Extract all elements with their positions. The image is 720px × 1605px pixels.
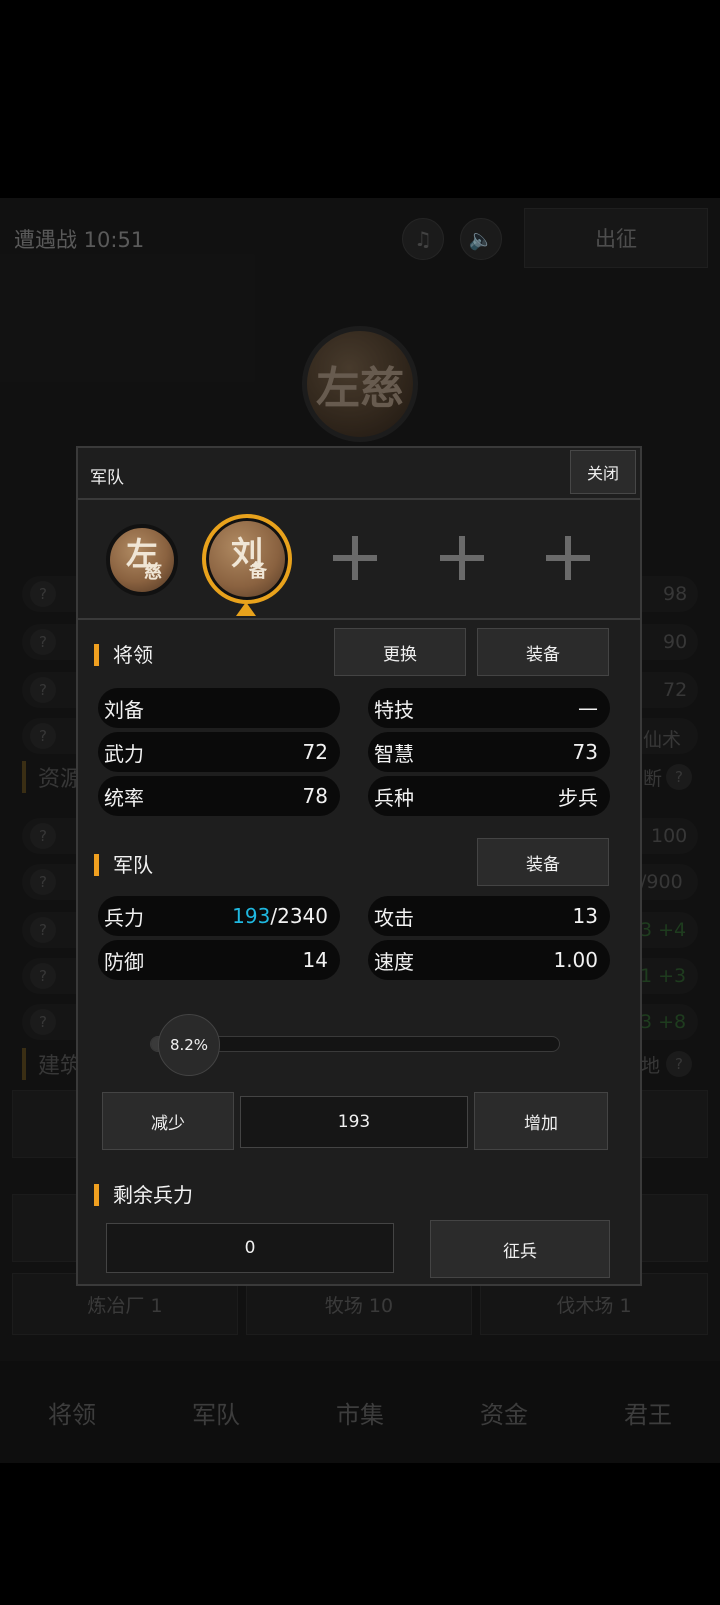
selected-indicator-icon [236, 602, 256, 616]
command-label: 统率 [104, 785, 144, 810]
speed-field: 速度 1.00 [368, 940, 610, 980]
attack-field: 攻击 13 [368, 896, 610, 936]
command-value: 78 [302, 784, 328, 808]
force-label: 武力 [104, 741, 144, 766]
avatar-char: 备 [249, 561, 267, 582]
remaining-troops-value: 0 [106, 1223, 394, 1273]
troop-type-field: 兵种 步兵 [368, 776, 610, 816]
avatar-char: 慈 [144, 562, 162, 583]
force-field: 武力 72 [98, 732, 340, 772]
general-name-field: 刘备 [98, 688, 340, 728]
replace-general-button[interactable]: 更换 [334, 628, 466, 676]
attack-label: 攻击 [374, 905, 414, 930]
general-slots: 左 慈 刘 备 [78, 502, 640, 620]
troops-max: /2340 [270, 904, 328, 928]
defense-field: 防御 14 [98, 940, 340, 980]
army-section-title: 军队 [94, 854, 153, 876]
speed-label: 速度 [374, 949, 414, 974]
troop-type-value: 步兵 [558, 785, 598, 810]
decrease-button[interactable]: 减少 [102, 1092, 234, 1150]
skill-label: 特技 [374, 697, 414, 722]
general-equip-button[interactable]: 装备 [477, 628, 609, 676]
remaining-troops-title: 剩余兵力 [94, 1184, 193, 1206]
army-equip-button[interactable]: 装备 [477, 838, 609, 886]
add-general-icon[interactable] [440, 536, 484, 580]
attack-value: 13 [572, 904, 598, 928]
general-section-title: 将领 [94, 644, 153, 666]
troop-slider-handle[interactable]: 8.2% [158, 1014, 220, 1076]
add-general-icon[interactable] [546, 536, 590, 580]
close-button[interactable]: 关闭 [570, 450, 636, 494]
defense-value: 14 [302, 948, 328, 972]
troops-label: 兵力 [104, 905, 144, 930]
troop-type-label: 兵种 [374, 785, 414, 810]
wisdom-label: 智慧 [374, 741, 414, 766]
troops-value: 193/2340 [232, 904, 328, 928]
army-dialog: 军队 关闭 左 慈 刘 备 将领 更换 装备 刘备 特技 — 武力 72 智慧 … [76, 446, 642, 1286]
add-general-icon[interactable] [333, 536, 377, 580]
troops-field: 兵力 193/2340 [98, 896, 340, 936]
general-slot-zuoci[interactable]: 左 慈 [106, 524, 178, 596]
wisdom-value: 73 [572, 740, 598, 764]
troops-current: 193 [232, 904, 271, 928]
troop-amount-input[interactable]: 193 [240, 1096, 468, 1148]
defense-label: 防御 [104, 949, 144, 974]
recruit-button[interactable]: 征兵 [430, 1220, 610, 1278]
general-slot-liubei-selected[interactable]: 刘 备 [202, 514, 292, 604]
skill-field: 特技 — [368, 688, 610, 728]
wisdom-field: 智慧 73 [368, 732, 610, 772]
dialog-header: 军队 关闭 [78, 448, 640, 500]
force-value: 72 [302, 740, 328, 764]
general-name: 刘备 [104, 697, 144, 722]
skill-value: — [578, 696, 598, 720]
dialog-title: 军队 [90, 468, 124, 488]
command-field: 统率 78 [98, 776, 340, 816]
increase-button[interactable]: 增加 [474, 1092, 608, 1150]
speed-value: 1.00 [553, 948, 598, 972]
